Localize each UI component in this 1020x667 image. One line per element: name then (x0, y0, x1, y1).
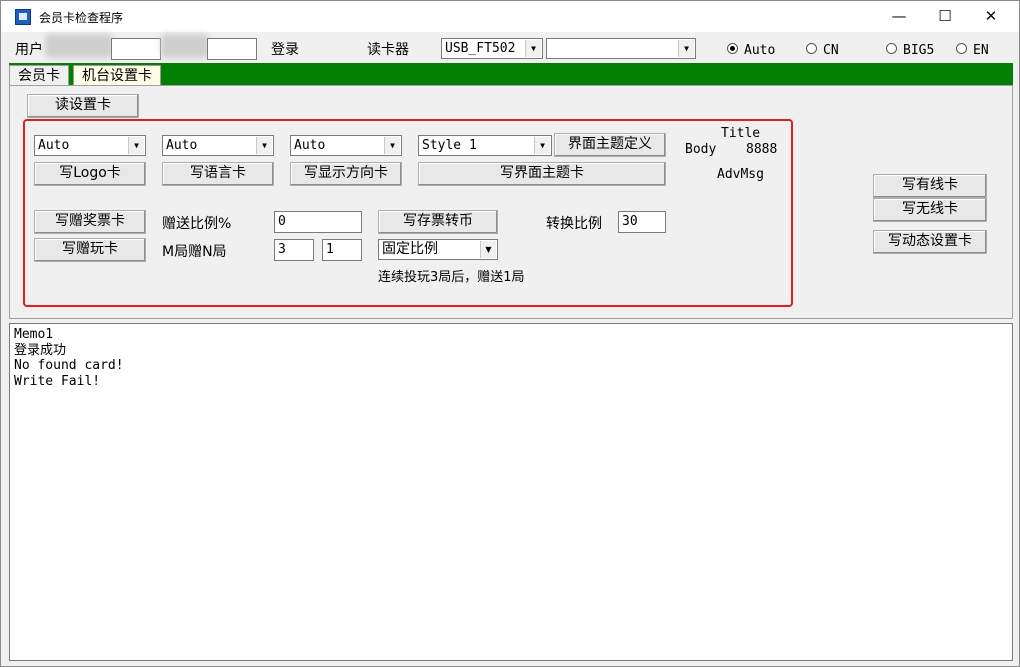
title-bar[interactable]: 会员卡检查程序 — ☐ ✕ (1, 1, 1019, 32)
radio-checked-icon (727, 43, 738, 54)
m-input[interactable]: 3 (274, 239, 314, 261)
m-n-label: M局赠N局 (162, 244, 227, 260)
password-field[interactable] (207, 38, 257, 60)
radio-auto-label: Auto (744, 43, 776, 58)
radio-unchecked-icon (886, 43, 897, 54)
password-blurred (161, 34, 209, 58)
tab-machine-settings-card[interactable]: 机台设置卡 (73, 65, 161, 85)
chevron-down-icon: ▼ (678, 40, 694, 57)
radio-cn[interactable]: CN (806, 43, 839, 58)
n-input[interactable]: 1 (322, 239, 362, 261)
language-select-value: Auto (166, 138, 198, 153)
write-ticket-bonus-button[interactable]: 写赠奖票卡 (34, 210, 146, 234)
user-field[interactable] (111, 38, 161, 60)
app-window: 会员卡检查程序 — ☐ ✕ 用户 登录 读卡器 USB_FT502 ▼ ▼ Au… (0, 0, 1020, 667)
write-logo-button[interactable]: 写Logo卡 (34, 162, 146, 186)
radio-unchecked-icon (806, 43, 817, 54)
bonus-hint: 连续投玩3局后，赠送1局 (378, 270, 525, 285)
radio-en-label: EN (973, 43, 989, 58)
language-select[interactable]: Auto ▼ (162, 135, 274, 156)
minimize-button[interactable]: — (876, 1, 922, 32)
tab-member-card[interactable]: 会员卡 (9, 65, 69, 85)
bonus-mode-select[interactable]: 固定比例 ▼ (378, 239, 498, 260)
close-button[interactable]: ✕ (968, 1, 1014, 32)
theme-select[interactable]: Style 1 ▼ (418, 135, 552, 156)
theme-select-value: Style 1 (422, 138, 477, 153)
reader-label: 读卡器 (367, 42, 409, 58)
read-settings-button[interactable]: 读设置卡 (27, 94, 139, 118)
window-title: 会员卡检查程序 (39, 11, 124, 25)
write-ticket-coin-button[interactable]: 写存票转币 (378, 210, 498, 234)
logo-select-value: Auto (38, 138, 70, 153)
log-line: Write Fail! (14, 373, 101, 389)
convert-ratio-label: 转换比例 (546, 216, 602, 232)
write-language-button[interactable]: 写语言卡 (162, 162, 274, 186)
write-theme-button[interactable]: 写界面主题卡 (418, 162, 666, 186)
write-display-direction-button[interactable]: 写显示方向卡 (290, 162, 402, 186)
chevron-down-icon: ▼ (384, 137, 400, 154)
bonus-ratio-input[interactable]: 0 (274, 211, 362, 233)
maximize-button[interactable]: ☐ (922, 1, 968, 32)
write-wireless-button[interactable]: 写无线卡 (873, 198, 987, 222)
define-theme-button[interactable]: 界面主题定义 (554, 133, 666, 157)
write-wired-button[interactable]: 写有线卡 (873, 174, 987, 198)
radio-unchecked-icon (956, 43, 967, 54)
user-avatar-blurred (45, 34, 113, 58)
radio-big5[interactable]: BIG5 (886, 43, 934, 58)
reader-select[interactable]: USB_FT502 ▼ (441, 38, 543, 59)
convert-ratio-input[interactable]: 30 (618, 211, 666, 233)
log-line: No found card! (14, 358, 124, 373)
display-direction-value: Auto (294, 138, 326, 153)
log-line: 登录成功 (14, 342, 67, 358)
radio-en[interactable]: EN (956, 43, 989, 58)
app-icon (15, 9, 31, 25)
logo-select[interactable]: Auto ▼ (34, 135, 146, 156)
radio-cn-label: CN (823, 43, 839, 58)
chevron-down-icon: ▼ (480, 241, 496, 258)
user-label: 用户 (15, 42, 43, 58)
preview-adv-message: AdvMsg (717, 167, 764, 182)
reader-port-select[interactable]: ▼ (546, 38, 696, 59)
chevron-down-icon: ▼ (256, 137, 272, 154)
log-line: Memo1 (14, 327, 54, 342)
write-dynamic-settings-button[interactable]: 写动态设置卡 (873, 230, 987, 254)
chevron-down-icon: ▼ (128, 137, 144, 154)
chevron-down-icon: ▼ (534, 137, 550, 154)
preview-title: Title (721, 126, 761, 141)
preview-body-label: Body (685, 142, 717, 157)
login-button[interactable]: 登录 (271, 39, 299, 59)
write-play-bonus-button[interactable]: 写赠玩卡 (34, 238, 146, 262)
display-direction-select[interactable]: Auto ▼ (290, 135, 402, 156)
radio-big5-label: BIG5 (903, 43, 935, 58)
chevron-down-icon: ▼ (525, 40, 541, 57)
log-memo[interactable]: Memo1 登录成功 No found card! Write Fail! (9, 323, 1013, 661)
radio-auto[interactable]: Auto (727, 43, 775, 58)
bonus-ratio-label: 赠送比例% (162, 216, 232, 232)
preview-body-value: 8888 (746, 142, 778, 157)
bonus-mode-value: 固定比例 (382, 241, 438, 257)
reader-select-value: USB_FT502 (445, 41, 516, 56)
